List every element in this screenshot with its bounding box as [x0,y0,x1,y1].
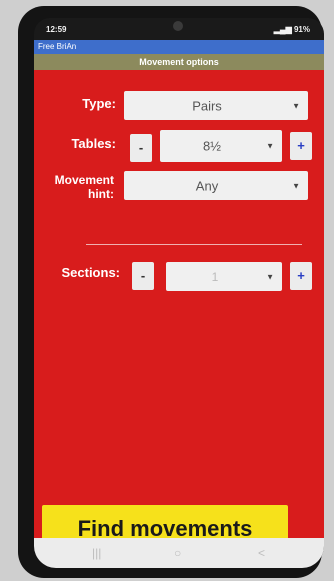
phone-screen: 12:59 ▂▄▆ 91% Free BriAn Movement option… [34,18,324,568]
movement-options-panel: Type: Pairs ▼ Tables: - 8½ ▼ + Movement … [34,70,324,553]
status-battery: ▂▄▆ 91% [274,25,310,34]
status-time: 12:59 [46,25,67,34]
android-nav-bar: ||| ○ < [34,538,324,568]
type-select-value: Pairs [192,98,222,113]
sections-label: Sections: [61,265,120,280]
dropdown-caret-icon: ▼ [292,101,300,110]
movement-hint-label: Movement hint: [54,173,114,201]
tables-select[interactable]: 8½ ▼ [160,130,282,162]
movement-hint-value: Any [195,178,219,193]
section-divider [86,244,302,245]
home-icon[interactable]: ○ [174,546,181,560]
recents-icon[interactable]: ||| [92,546,101,560]
tables-select-value: 8½ [202,138,222,154]
back-icon[interactable]: < [258,546,265,560]
type-label: Type: [82,96,116,111]
dropdown-caret-icon: ▼ [266,272,274,281]
sections-decrement-button[interactable]: - [132,262,154,290]
sections-select-value: 1 [211,269,219,284]
tables-label: Tables: [71,136,116,151]
page-header: Movement options [34,54,324,70]
tables-decrement-button[interactable]: - [130,134,152,162]
movement-hint-select[interactable]: Any ▼ [124,171,308,200]
battery-level: 91% [293,25,310,34]
sections-select[interactable]: 1 ▼ [166,262,282,291]
dropdown-caret-icon: ▼ [292,181,300,190]
tables-increment-button[interactable]: + [290,132,312,160]
status-bar: 12:59 ▂▄▆ 91% [34,18,324,40]
sections-increment-button[interactable]: + [290,262,312,290]
type-select[interactable]: Pairs ▼ [124,91,308,120]
app-title: Free BriAn [34,40,324,54]
dropdown-caret-icon: ▼ [266,141,274,151]
signal-icon: ▂▄▆ [273,25,294,34]
